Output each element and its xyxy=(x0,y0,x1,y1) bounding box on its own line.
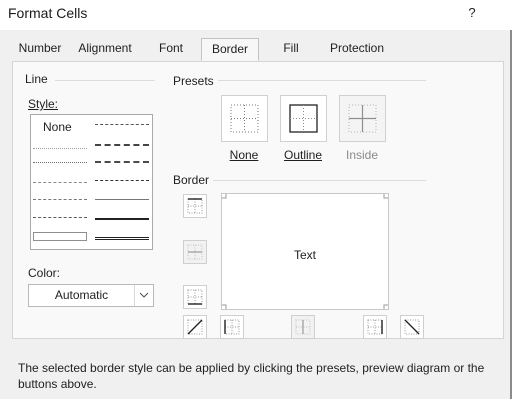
border-top-button[interactable] xyxy=(183,194,207,218)
line-style-list[interactable]: None xyxy=(30,114,153,250)
line-style-dashed[interactable] xyxy=(33,217,87,218)
border-bottom-icon xyxy=(187,289,203,305)
border-left-icon xyxy=(224,319,240,335)
border-group-label: Border xyxy=(173,173,210,187)
border-right-button[interactable] xyxy=(363,315,387,339)
line-style-medium[interactable] xyxy=(95,218,149,220)
border-left-button[interactable] xyxy=(220,315,244,339)
border-preview[interactable]: Text xyxy=(221,193,389,310)
tab-border[interactable]: Border xyxy=(201,38,259,61)
border-diagonal-down-button[interactable] xyxy=(400,315,424,339)
line-style-dash-dot-dot[interactable] xyxy=(33,182,87,183)
line-style-none[interactable]: None xyxy=(43,120,72,134)
border-top-icon xyxy=(187,198,203,214)
border-inside-horizontal-icon xyxy=(187,244,203,260)
chevron-down-icon[interactable] xyxy=(134,285,153,306)
line-style-hair[interactable] xyxy=(33,148,87,149)
line-style-thin[interactable] xyxy=(95,199,149,200)
color-label: Color: xyxy=(28,266,61,280)
line-group-divider xyxy=(55,80,155,81)
border-diagonal-down-icon xyxy=(404,319,420,335)
tab-strip: Number Alignment Font Border Fill Protec… xyxy=(0,30,512,63)
border-inside-vertical-button[interactable] xyxy=(291,315,315,339)
border-bottom-button[interactable] xyxy=(183,285,207,309)
preset-outline-icon xyxy=(289,104,318,133)
tab-number[interactable]: Number xyxy=(14,38,66,61)
preset-inside-label: Inside xyxy=(345,148,379,162)
border-diagonal-up-button[interactable] xyxy=(183,315,207,339)
line-style-dotted[interactable] xyxy=(33,162,87,163)
preset-inside-button[interactable] xyxy=(339,95,386,142)
preset-none-icon xyxy=(230,104,259,133)
style-label: Style: xyxy=(28,97,59,111)
border-group-divider xyxy=(213,180,426,181)
hint-text: The selected border style can be applied… xyxy=(18,361,485,391)
line-style-thin-selected[interactable] xyxy=(33,232,87,241)
border-right-icon xyxy=(367,319,383,335)
line-style-double[interactable] xyxy=(95,237,149,240)
color-value: Automatic xyxy=(54,288,109,302)
presets-group-divider xyxy=(218,80,426,81)
line-style-slanted-dash-dot[interactable] xyxy=(95,144,149,146)
dialog-title: Format Cells xyxy=(8,5,88,21)
preset-outline-button[interactable] xyxy=(280,95,327,142)
line-style-dash-dot[interactable] xyxy=(33,199,87,200)
line-style-medium-dashed[interactable] xyxy=(95,180,149,181)
border-inside-vertical-icon xyxy=(295,319,311,335)
help-button[interactable]: ? xyxy=(463,5,481,23)
preview-text: Text xyxy=(293,248,316,262)
tab-alignment[interactable]: Alignment xyxy=(72,38,138,61)
line-group-label: Line xyxy=(25,72,48,86)
color-dropdown[interactable]: Automatic xyxy=(28,284,154,307)
border-inside-horizontal-button[interactable] xyxy=(183,240,207,264)
border-diagonal-up-icon xyxy=(187,319,203,335)
presets-group-label: Presets xyxy=(173,74,214,88)
preset-none-button[interactable] xyxy=(221,95,268,142)
tab-fill[interactable]: Fill xyxy=(276,38,306,61)
line-style-medium-dash-dot-dot[interactable] xyxy=(95,124,149,125)
tab-font[interactable]: Font xyxy=(150,38,192,61)
tab-protection[interactable]: Protection xyxy=(322,38,392,61)
preset-inside-icon xyxy=(348,104,377,133)
line-style-medium-dash-dot[interactable] xyxy=(95,161,149,163)
